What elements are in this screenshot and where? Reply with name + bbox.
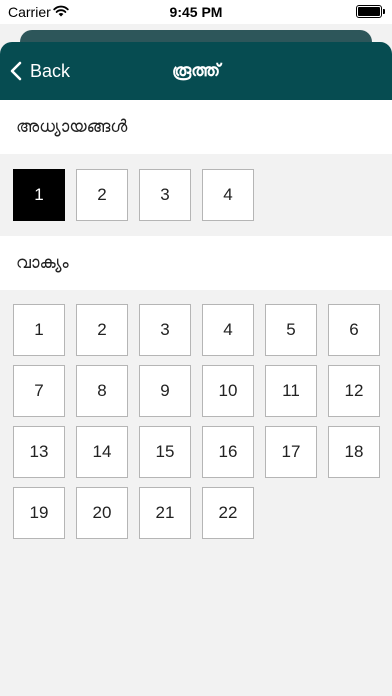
verses-row: 19 20 21 22 <box>13 487 254 539</box>
verses-row: 13 14 15 16 17 18 <box>13 426 380 478</box>
navigation-bar: Back രൂത്ത് <box>0 42 392 100</box>
page-title: രൂത്ത് <box>171 61 221 81</box>
verse-cell[interactable]: 18 <box>328 426 380 478</box>
verse-cell[interactable]: 11 <box>265 365 317 417</box>
verses-header: വാക്യം <box>0 236 392 290</box>
verse-cell[interactable]: 2 <box>76 304 128 356</box>
chapter-cell[interactable]: 1 <box>13 169 65 221</box>
chapter-cell[interactable]: 2 <box>76 169 128 221</box>
status-bar: Carrier 9:45 PM <box>0 0 392 24</box>
verse-cell[interactable]: 7 <box>13 365 65 417</box>
verse-cell[interactable]: 22 <box>202 487 254 539</box>
verse-cell[interactable]: 4 <box>202 304 254 356</box>
verse-cell[interactable]: 13 <box>13 426 65 478</box>
verse-cell[interactable]: 12 <box>328 365 380 417</box>
battery-icon <box>356 5 385 18</box>
verse-cell[interactable]: 15 <box>139 426 191 478</box>
verses-row: 1 2 3 4 5 6 <box>13 304 380 356</box>
status-time: 9:45 PM <box>169 4 223 20</box>
verses-row: 7 8 9 10 11 12 <box>13 365 380 417</box>
verse-cell[interactable]: 21 <box>139 487 191 539</box>
verse-cell[interactable]: 14 <box>76 426 128 478</box>
chapters-grid: 1 2 3 4 <box>13 169 254 221</box>
verse-cell[interactable]: 3 <box>139 304 191 356</box>
verse-cell[interactable]: 19 <box>13 487 65 539</box>
verse-cell[interactable]: 16 <box>202 426 254 478</box>
verse-cell[interactable]: 6 <box>328 304 380 356</box>
verse-cell[interactable]: 9 <box>139 365 191 417</box>
chapter-cell[interactable]: 4 <box>202 169 254 221</box>
verse-cell[interactable]: 17 <box>265 426 317 478</box>
chapters-label: അധ്യായങ്ങൾ <box>16 117 128 137</box>
verse-cell[interactable]: 20 <box>76 487 128 539</box>
chapters-header: അധ്യായങ്ങൾ <box>0 100 392 154</box>
chapter-cell[interactable]: 3 <box>139 169 191 221</box>
verses-label: വാക്യം <box>16 253 69 273</box>
verse-cell[interactable]: 5 <box>265 304 317 356</box>
verse-cell[interactable]: 10 <box>202 365 254 417</box>
verse-cell[interactable]: 1 <box>13 304 65 356</box>
verse-cell[interactable]: 8 <box>76 365 128 417</box>
